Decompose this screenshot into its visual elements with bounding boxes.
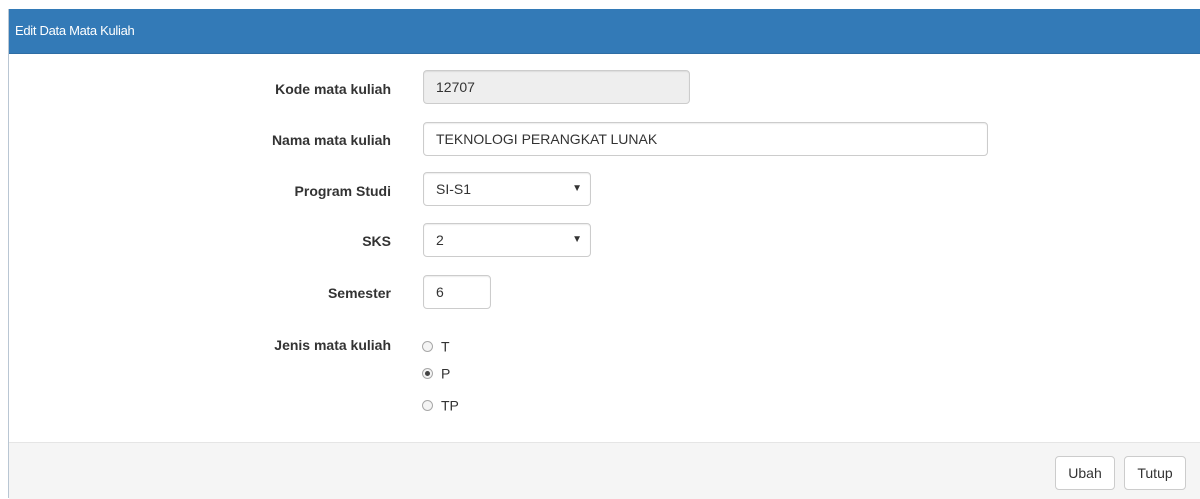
kode-label: Kode mata kuliah bbox=[275, 81, 391, 97]
modal-footer: Ubah Tutup bbox=[9, 442, 1200, 499]
kode-input[interactable]: 12707 bbox=[423, 70, 690, 104]
chevron-down-icon: ▼ bbox=[572, 183, 582, 194]
prodi-label: Program Studi bbox=[294, 183, 391, 199]
jenis-label: Jenis mata kuliah bbox=[274, 337, 391, 353]
radio-option-t[interactable]: T bbox=[422, 335, 450, 355]
semester-input[interactable]: 6 bbox=[423, 275, 491, 309]
radio-label-t: T bbox=[441, 338, 450, 355]
modal-header: Edit Data Mata Kuliah bbox=[9, 9, 1200, 54]
radio-tp[interactable] bbox=[422, 399, 433, 411]
radio-p[interactable] bbox=[422, 367, 433, 379]
tutup-button[interactable]: Tutup bbox=[1124, 456, 1186, 490]
chevron-down-icon: ▼ bbox=[572, 234, 582, 245]
prodi-select-value: SI-S1 bbox=[436, 181, 472, 197]
nama-label: Nama mata kuliah bbox=[271, 132, 391, 148]
radio-label-tp: TP bbox=[441, 397, 459, 414]
radio-option-p[interactable]: P bbox=[422, 362, 450, 382]
modal-title: Edit Data Mata Kuliah bbox=[15, 23, 135, 38]
nama-input[interactable]: TEKNOLOGI PERANGKAT LUNAK bbox=[423, 122, 988, 156]
ubah-button[interactable]: Ubah bbox=[1055, 456, 1115, 490]
sks-select[interactable]: 2 ▼ bbox=[423, 223, 591, 257]
edit-course-modal: Edit Data Mata Kuliah Kode mata kuliah 1… bbox=[8, 9, 1200, 499]
prodi-select[interactable]: SI-S1 ▼ bbox=[423, 172, 591, 206]
radio-label-p: P bbox=[441, 365, 451, 382]
semester-label: Semester bbox=[327, 285, 391, 301]
radio-option-tp[interactable]: TP bbox=[422, 394, 459, 414]
sks-select-value: 2 bbox=[436, 232, 444, 248]
radio-t[interactable] bbox=[422, 340, 433, 352]
sks-label: SKS bbox=[362, 233, 391, 249]
